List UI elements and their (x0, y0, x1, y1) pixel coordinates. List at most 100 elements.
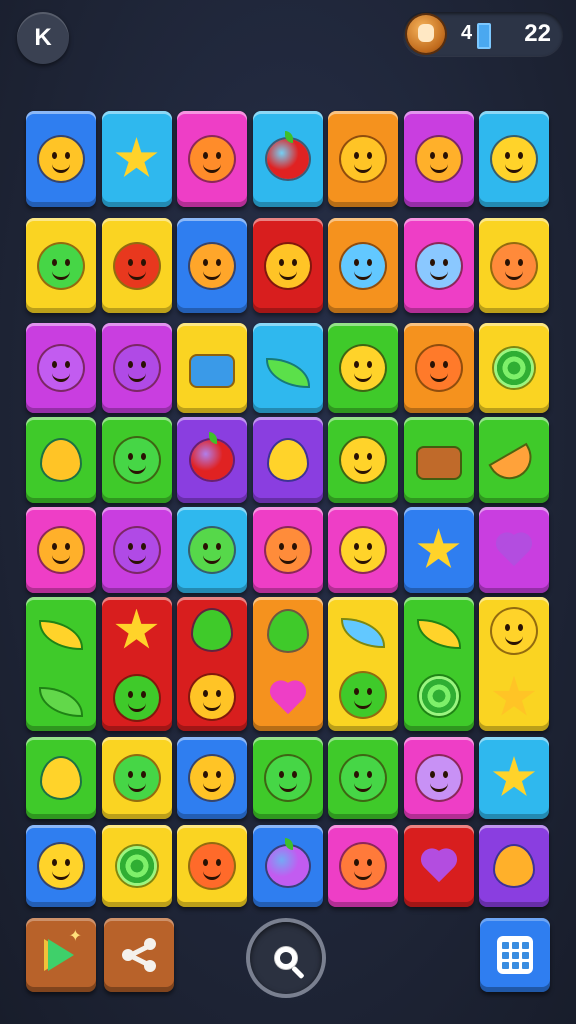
share-button[interactable] (104, 918, 174, 992)
candy-tile[interactable] (177, 825, 247, 907)
candy-tile[interactable] (177, 597, 247, 731)
play-store-button[interactable]: ✦ (26, 918, 96, 992)
candy-tile[interactable] (26, 597, 96, 731)
candy-tile[interactable] (101, 737, 172, 819)
candy-tile[interactable] (26, 323, 96, 413)
swirl-icon (116, 846, 157, 886)
candy-tile[interactable] (101, 323, 172, 413)
candy-tile[interactable] (26, 825, 96, 907)
candy-tile[interactable] (403, 737, 474, 819)
candy-tile[interactable] (328, 111, 398, 207)
sparkle-icon: ✦ (68, 926, 82, 945)
mouth (505, 163, 523, 173)
star-icon (115, 608, 158, 649)
face-icon (341, 137, 385, 181)
candy-tile[interactable] (403, 417, 474, 503)
candy-tile[interactable] (177, 417, 247, 503)
face-icon (416, 756, 461, 800)
mouth (505, 270, 523, 280)
candy-tile[interactable] (403, 323, 474, 413)
mouth (52, 372, 70, 382)
mouth (127, 464, 146, 474)
candy-tile[interactable] (328, 507, 398, 593)
candy-tile[interactable] (403, 111, 474, 207)
box-icon (417, 448, 460, 478)
back-button[interactable]: K (17, 12, 69, 64)
candy-tile[interactable] (479, 737, 549, 819)
candy-tile[interactable] (252, 323, 323, 413)
mouth (354, 163, 372, 173)
search-button[interactable] (250, 922, 322, 994)
candy-tile[interactable] (252, 825, 323, 907)
candy-tile[interactable] (177, 218, 247, 313)
score-value: 22 (524, 20, 551, 47)
candy-tile[interactable] (328, 825, 398, 907)
leaf-icon (41, 689, 81, 715)
candy-tile[interactable] (101, 597, 172, 731)
candy-tile[interactable] (101, 417, 172, 503)
face-icon (265, 528, 310, 572)
calendar-button[interactable] (480, 918, 550, 992)
candy-tile[interactable] (328, 417, 398, 503)
mouth (354, 464, 372, 474)
candy-tile[interactable] (177, 111, 247, 207)
mouth (127, 702, 146, 712)
candy-tile[interactable] (101, 218, 172, 313)
candy-tile[interactable] (26, 111, 96, 207)
candy-tile[interactable] (252, 597, 323, 731)
candy-tile[interactable] (252, 737, 323, 819)
face-icon (341, 673, 385, 718)
candy-tile[interactable] (479, 825, 549, 907)
candy-tile[interactable] (479, 323, 549, 413)
candy-tile[interactable] (26, 507, 96, 593)
candy-tile[interactable] (479, 507, 549, 593)
candy-tile[interactable] (26, 737, 96, 819)
face-icon (492, 137, 536, 181)
candy-tile[interactable] (403, 597, 474, 731)
candy-tile[interactable] (252, 417, 323, 503)
candy-tile[interactable] (177, 737, 247, 819)
mouth (127, 782, 146, 792)
face-icon (39, 137, 83, 181)
mouth (52, 270, 70, 280)
candy-tile[interactable] (252, 218, 323, 313)
mouth (429, 372, 448, 382)
candy-tile[interactable] (403, 218, 474, 313)
candy-tile[interactable] (177, 323, 247, 413)
candy-tile[interactable] (479, 218, 549, 313)
candy-tile[interactable] (252, 111, 323, 207)
drop-icon (268, 440, 307, 480)
energy-icon (477, 23, 491, 49)
candy-tile[interactable] (328, 737, 398, 819)
candy-tile[interactable] (403, 825, 474, 907)
face-icon (416, 137, 461, 181)
candy-tile[interactable] (101, 507, 172, 593)
candy-tile[interactable] (328, 323, 398, 413)
heart-icon (494, 530, 534, 570)
candy-tile[interactable] (252, 507, 323, 593)
candy-tile[interactable] (328, 597, 398, 731)
mouth (505, 635, 523, 645)
candy-tile[interactable] (26, 417, 96, 503)
candy-tile[interactable] (479, 597, 549, 731)
candy-tile[interactable] (479, 417, 549, 503)
face-icon (341, 243, 385, 288)
leaf-icon (41, 622, 81, 648)
candy-tile[interactable] (177, 507, 247, 593)
star-icon (492, 675, 536, 716)
candy-tile[interactable] (403, 507, 474, 593)
candy-tile[interactable] (101, 825, 172, 907)
candy-tile[interactable] (101, 111, 172, 207)
star-icon (115, 137, 158, 178)
drop-icon (193, 609, 231, 650)
mouth (203, 270, 221, 280)
face-icon (190, 756, 234, 800)
face-icon (114, 675, 159, 720)
candy-tile[interactable] (328, 218, 398, 313)
box-icon (191, 356, 233, 386)
drop-icon (495, 846, 533, 886)
mouth (203, 701, 221, 711)
face-icon (341, 756, 385, 800)
candy-tile[interactable] (479, 111, 549, 207)
candy-tile[interactable] (26, 218, 96, 313)
